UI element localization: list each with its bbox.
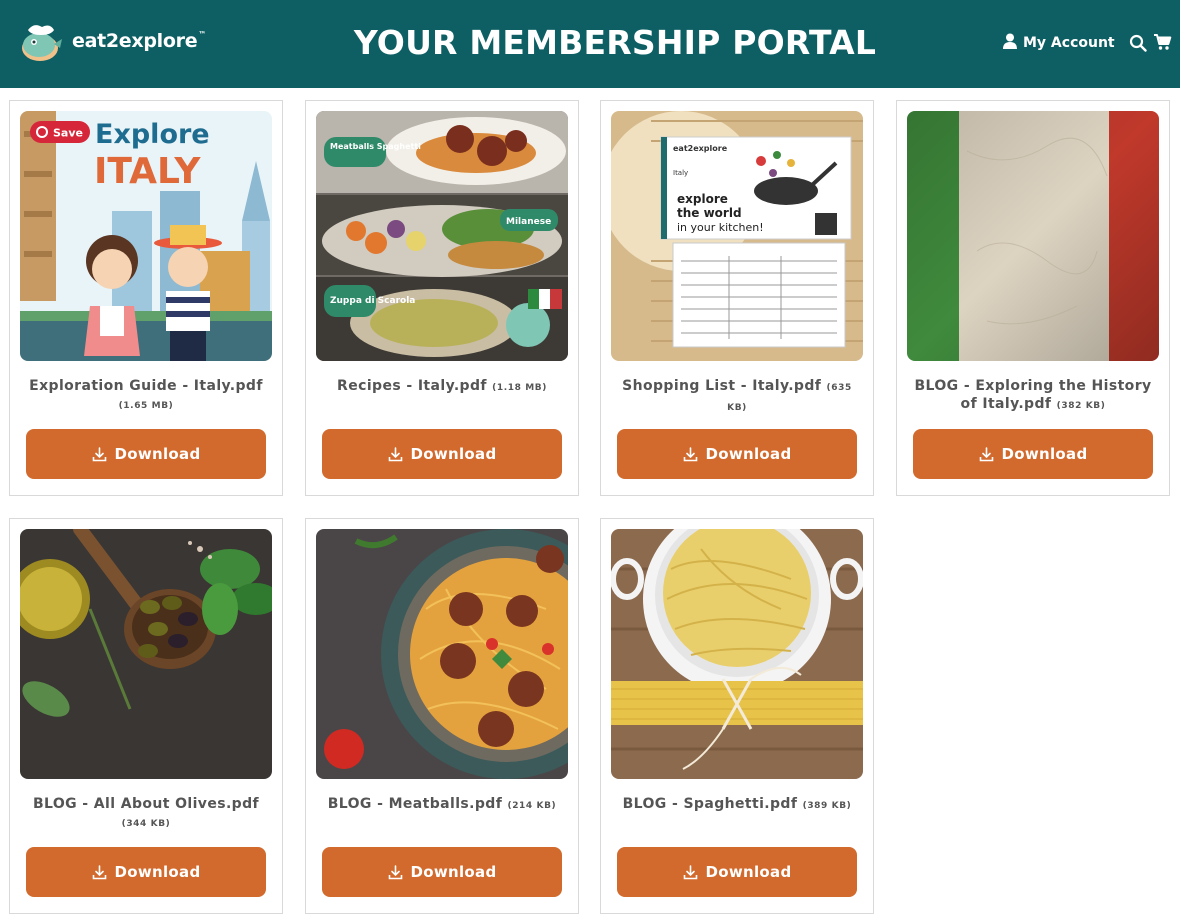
file-size: (382 KB) (1056, 401, 1106, 411)
exploration-guide-thumbnail[interactable]: Save Explore ITALY (20, 111, 272, 361)
download-label: Download (410, 863, 497, 881)
file-size: (344 KB) (121, 819, 171, 829)
blog-history-thumbnail[interactable] (907, 111, 1159, 361)
file-caption: Recipes - Italy.pdf (1.18 MB) (318, 377, 566, 397)
box-brand: eat2explore (673, 144, 728, 153)
my-account-link[interactable]: My Account (1003, 33, 1115, 53)
download-button[interactable]: Download (913, 429, 1153, 479)
file-size: (1.65 MB) (118, 401, 174, 411)
file-caption: BLOG - Meatballs.pdf (214 KB) (318, 795, 566, 815)
file-size: (389 KB) (802, 801, 852, 811)
blog-spaghetti-thumbnail[interactable] (611, 529, 863, 779)
file-caption: Shopping List - Italy.pdf (635 KB) (613, 377, 861, 417)
download-icon (979, 446, 993, 461)
file-card-blog-olives: BLOG - All About Olives.pdf (344 KB) Dow… (9, 518, 283, 914)
file-card-blog-meatballs: BLOG - Meatballs.pdf (214 KB) Download (305, 518, 579, 914)
download-button[interactable]: Download (322, 847, 562, 897)
file-caption: Exploration Guide - Italy.pdf (1.65 MB) (22, 377, 270, 415)
my-account-label: My Account (1023, 35, 1115, 51)
brand-logo-icon (18, 18, 64, 64)
file-caption: BLOG - Exploring the History of Italy.pd… (909, 377, 1157, 415)
pinterest-save-label: Save (53, 127, 83, 140)
download-icon (92, 446, 106, 461)
download-button[interactable]: Download (322, 429, 562, 479)
file-card-blog-history: BLOG - Exploring the History of Italy.pd… (896, 100, 1170, 496)
download-icon (92, 864, 106, 879)
download-label: Download (705, 445, 792, 463)
download-label: Download (1001, 445, 1088, 463)
top-header: eat2explore™ YOUR MEMBERSHIP PORTAL My A… (0, 0, 1180, 88)
search-icon[interactable] (1129, 34, 1147, 56)
download-label: Download (114, 863, 201, 881)
file-caption: BLOG - Spaghetti.pdf (389 KB) (613, 795, 861, 815)
recipe-tag-2: Milanese (506, 217, 551, 227)
download-icon (683, 864, 697, 879)
cart-icon[interactable] (1153, 33, 1172, 55)
file-card-blog-spaghetti: BLOG - Spaghetti.pdf (389 KB) Download (600, 518, 874, 914)
user-icon (1003, 33, 1017, 53)
file-name: Exploration Guide - Italy.pdf (29, 378, 263, 394)
file-size: (1.18 MB) (492, 383, 547, 393)
download-button[interactable]: Download (617, 429, 857, 479)
file-card-shopping-list: eat2explore Italy explore the world in y… (600, 100, 874, 496)
blog-olives-thumbnail[interactable] (20, 529, 272, 779)
box-country: Italy (673, 169, 688, 177)
box-tagline-3: in your kitchen! (677, 221, 764, 234)
guide-country-text: ITALY (94, 151, 201, 192)
file-name: BLOG - Spaghetti.pdf (622, 796, 798, 812)
recipe-tag-3: Zuppa di Scarola (330, 296, 415, 306)
recipe-tag-1: Meatballs Spaghetti (330, 142, 421, 151)
download-label: Download (410, 445, 497, 463)
brand-name: eat2explore™ (72, 30, 206, 52)
guide-explore-text: Explore (95, 119, 210, 150)
file-name: Shopping List - Italy.pdf (622, 378, 822, 394)
blog-meatballs-thumbnail[interactable] (316, 529, 568, 779)
brand-logo-link[interactable]: eat2explore™ (18, 18, 206, 64)
download-button[interactable]: Download (26, 429, 266, 479)
file-name: BLOG - Exploring the History of Italy.pd… (914, 378, 1152, 412)
download-icon (388, 446, 402, 461)
download-icon (388, 864, 402, 879)
file-name: BLOG - All About Olives.pdf (32, 796, 260, 812)
download-label: Download (114, 445, 201, 463)
shopping-list-thumbnail[interactable]: eat2explore Italy explore the world in y… (611, 111, 863, 361)
download-button[interactable]: Download (617, 847, 857, 897)
box-tagline-1: explore (677, 192, 728, 206)
file-caption: BLOG - All About Olives.pdf (344 KB) (22, 795, 270, 833)
file-card-recipes: Meatballs Spaghetti Milanese Zuppa di Sc… (305, 100, 579, 496)
page-title: YOUR MEMBERSHIP PORTAL (353, 23, 877, 62)
download-label: Download (705, 863, 792, 881)
file-card-exploration-guide: Save Explore ITALY Exploration Guide - I… (9, 100, 283, 496)
download-icon (683, 446, 697, 461)
file-name: BLOG - Meatballs.pdf (327, 796, 503, 812)
file-size: (214 KB) (507, 801, 557, 811)
box-tagline-2: the world (677, 206, 742, 220)
download-button[interactable]: Download (26, 847, 266, 897)
file-name: Recipes - Italy.pdf (337, 378, 487, 394)
recipes-thumbnail[interactable]: Meatballs Spaghetti Milanese Zuppa di Sc… (316, 111, 568, 361)
